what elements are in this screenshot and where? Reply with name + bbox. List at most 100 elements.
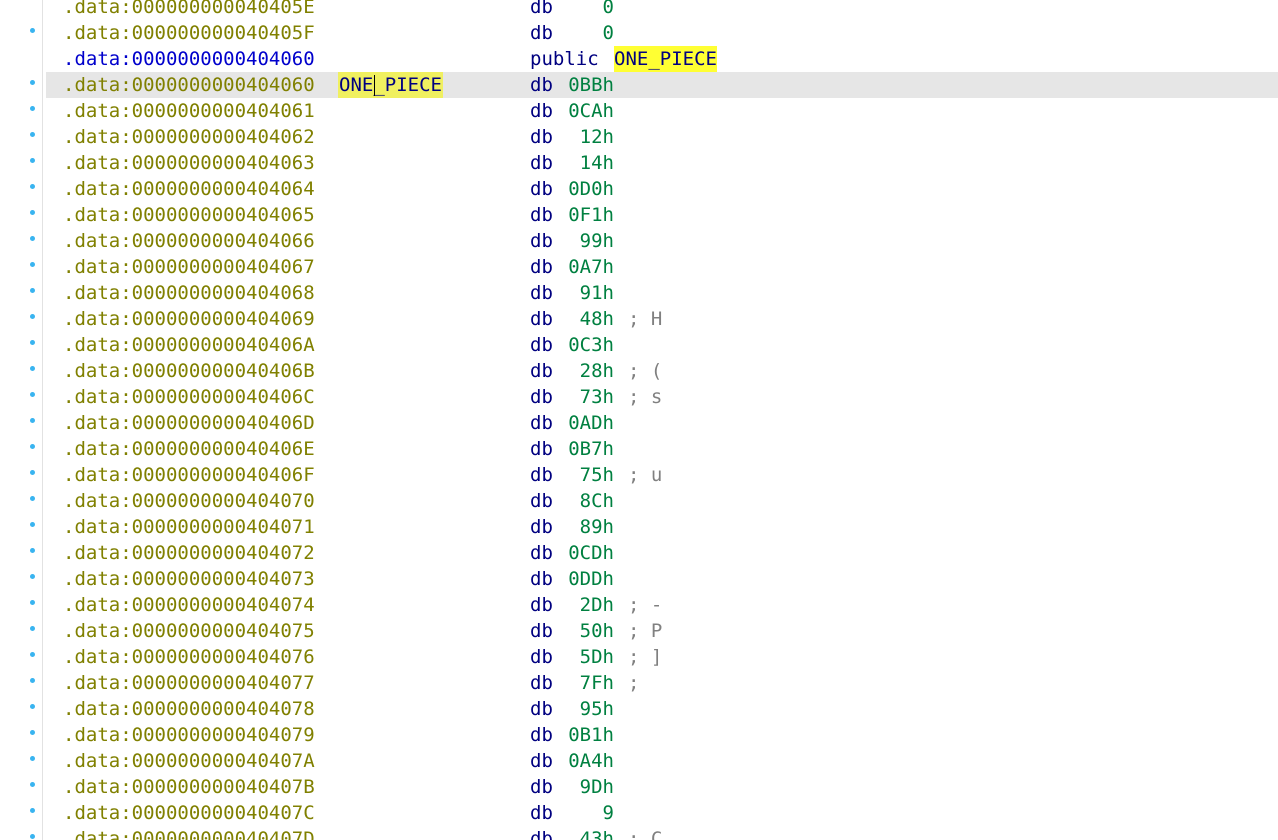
address[interactable]: .data:0000000000404069	[63, 306, 315, 332]
mnemonic[interactable]: db	[530, 722, 553, 748]
breakpoint-dot-icon[interactable]	[30, 236, 35, 241]
operand-value[interactable]: 0B7h	[560, 436, 614, 462]
listing-line[interactable]: .data:000000000040407C db 9	[0, 800, 1278, 826]
operand-value[interactable]: 0B1h	[560, 722, 614, 748]
operand-value[interactable]: 0BBh	[560, 72, 614, 98]
address[interactable]: .data:000000000040406E	[63, 436, 315, 462]
breakpoint-dot-icon[interactable]	[30, 652, 35, 657]
address[interactable]: .data:0000000000404074	[63, 592, 315, 618]
address[interactable]: .data:000000000040407B	[63, 774, 315, 800]
listing-line[interactable]: .data:0000000000404067 db 0A7h	[0, 254, 1278, 280]
listing-line[interactable]: .data:0000000000404076 db 5Dh ; ]	[0, 644, 1278, 670]
mnemonic[interactable]: db	[530, 644, 553, 670]
address[interactable]: .data:000000000040406D	[63, 410, 315, 436]
address[interactable]: .data:0000000000404061	[63, 98, 315, 124]
mnemonic[interactable]: db	[530, 514, 553, 540]
mnemonic[interactable]: db	[530, 358, 553, 384]
mnemonic[interactable]: db	[530, 566, 553, 592]
operand-value[interactable]: 75h	[560, 462, 614, 488]
listing-line[interactable]: .data:0000000000404068 db 91h	[0, 280, 1278, 306]
operand-value[interactable]: 0	[560, 0, 614, 20]
listing-line[interactable]: .data:0000000000404070 db 8Ch	[0, 488, 1278, 514]
listing-line[interactable]: .data:0000000000404066 db 99h	[0, 228, 1278, 254]
breakpoint-dot-icon[interactable]	[30, 418, 35, 423]
operand-value[interactable]: 91h	[560, 280, 614, 306]
address[interactable]: .data:000000000040407C	[63, 800, 315, 826]
operand-value[interactable]: 48h	[560, 306, 614, 332]
mnemonic[interactable]: db	[530, 124, 553, 150]
breakpoint-dot-icon[interactable]	[30, 522, 35, 527]
address[interactable]: .data:0000000000404068	[63, 280, 315, 306]
listing-line[interactable]: .data:0000000000404077 db 7Fh;	[0, 670, 1278, 696]
listing-line[interactable]: .data:0000000000404072 db 0CDh	[0, 540, 1278, 566]
operand-value[interactable]: 0CAh	[560, 98, 614, 124]
listing-line[interactable]: .data:0000000000404069 db 48h ; H	[0, 306, 1278, 332]
breakpoint-dot-icon[interactable]	[30, 444, 35, 449]
address[interactable]: .data:000000000040407A	[63, 748, 315, 774]
breakpoint-dot-icon[interactable]	[30, 28, 35, 33]
operand-value[interactable]: 0D0h	[560, 176, 614, 202]
address[interactable]: .data:000000000040406A	[63, 332, 315, 358]
listing-line[interactable]: .data:000000000040406F db 75h ; u	[0, 462, 1278, 488]
mnemonic[interactable]: db	[530, 462, 553, 488]
mnemonic[interactable]: db	[530, 696, 553, 722]
mnemonic[interactable]: db	[530, 150, 553, 176]
breakpoint-dot-icon[interactable]	[30, 496, 35, 501]
operand-value[interactable]: 43h	[560, 826, 614, 840]
listing-line[interactable]: .data:0000000000404065 db 0F1h	[0, 202, 1278, 228]
listing-line[interactable]: .data:0000000000404074 db 2Dh ; -	[0, 592, 1278, 618]
mnemonic[interactable]: db	[530, 384, 553, 410]
mnemonic[interactable]: db	[530, 774, 553, 800]
operand-value[interactable]: 9Dh	[560, 774, 614, 800]
address[interactable]: .data:000000000040406F	[63, 462, 315, 488]
listing-line[interactable]: .data:0000000000404060 public ONE_PIECE	[0, 46, 1278, 72]
breakpoint-dot-icon[interactable]	[30, 210, 35, 215]
mnemonic[interactable]: db	[530, 306, 553, 332]
mnemonic[interactable]: db	[530, 488, 553, 514]
address[interactable]: .data:000000000040405F	[63, 20, 315, 46]
mnemonic[interactable]: db	[530, 670, 553, 696]
address[interactable]: .data:0000000000404077	[63, 670, 315, 696]
listing-line[interactable]: .data:000000000040406A db 0C3h	[0, 332, 1278, 358]
public-symbol-name[interactable]: ONE_PIECE	[614, 46, 717, 72]
breakpoint-dot-icon[interactable]	[30, 132, 35, 137]
address[interactable]: .data:0000000000404078	[63, 696, 315, 722]
breakpoint-dot-icon[interactable]	[30, 600, 35, 605]
mnemonic[interactable]: db	[530, 98, 553, 124]
address[interactable]: .data:0000000000404064	[63, 176, 315, 202]
listing-line[interactable]: .data:000000000040405F db 0	[0, 20, 1278, 46]
symbol-label[interactable]: ONE_PIECE	[338, 72, 443, 98]
mnemonic[interactable]: db	[530, 540, 553, 566]
listing-line[interactable]: .data:000000000040406D db 0ADh	[0, 410, 1278, 436]
listing-line[interactable]: .data:0000000000404078 db 95h	[0, 696, 1278, 722]
mnemonic[interactable]: db	[530, 826, 553, 840]
listing-line[interactable]: .data:000000000040407D db 43h ; C	[0, 826, 1278, 840]
address[interactable]: .data:0000000000404073	[63, 566, 315, 592]
breakpoint-dot-icon[interactable]	[30, 704, 35, 709]
listing-line[interactable]: .data:0000000000404063 db 14h	[0, 150, 1278, 176]
mnemonic[interactable]: db	[530, 410, 553, 436]
operand-value[interactable]: 95h	[560, 696, 614, 722]
address[interactable]: .data:0000000000404072	[63, 540, 315, 566]
address[interactable]: .data:0000000000404060	[63, 72, 315, 98]
address[interactable]: .data:0000000000404071	[63, 514, 315, 540]
operand-value[interactable]: 0A7h	[560, 254, 614, 280]
listing-line[interactable]: .data:0000000000404061 db 0CAh	[0, 98, 1278, 124]
listing-line[interactable]: .data:0000000000404071 db 89h	[0, 514, 1278, 540]
address[interactable]: .data:000000000040406C	[63, 384, 315, 410]
operand-value[interactable]: 99h	[560, 228, 614, 254]
breakpoint-dot-icon[interactable]	[30, 288, 35, 293]
mnemonic[interactable]: db	[530, 228, 553, 254]
breakpoint-dot-icon[interactable]	[30, 340, 35, 345]
listing-line[interactable]: .data:0000000000404062 db 12h	[0, 124, 1278, 150]
listing-line[interactable]: .data:000000000040406C db 73h ; s	[0, 384, 1278, 410]
operand-value[interactable]: 0ADh	[560, 410, 614, 436]
operand-value[interactable]: 7Fh	[560, 670, 614, 696]
breakpoint-dot-icon[interactable]	[30, 808, 35, 813]
mnemonic[interactable]: db	[530, 0, 553, 20]
operand-value[interactable]: 8Ch	[560, 488, 614, 514]
breakpoint-dot-icon[interactable]	[30, 366, 35, 371]
listing-line[interactable]: .data:000000000040405E db 0	[0, 0, 1278, 20]
address[interactable]: .data:000000000040406B	[63, 358, 315, 384]
operand-value[interactable]: 0A4h	[560, 748, 614, 774]
